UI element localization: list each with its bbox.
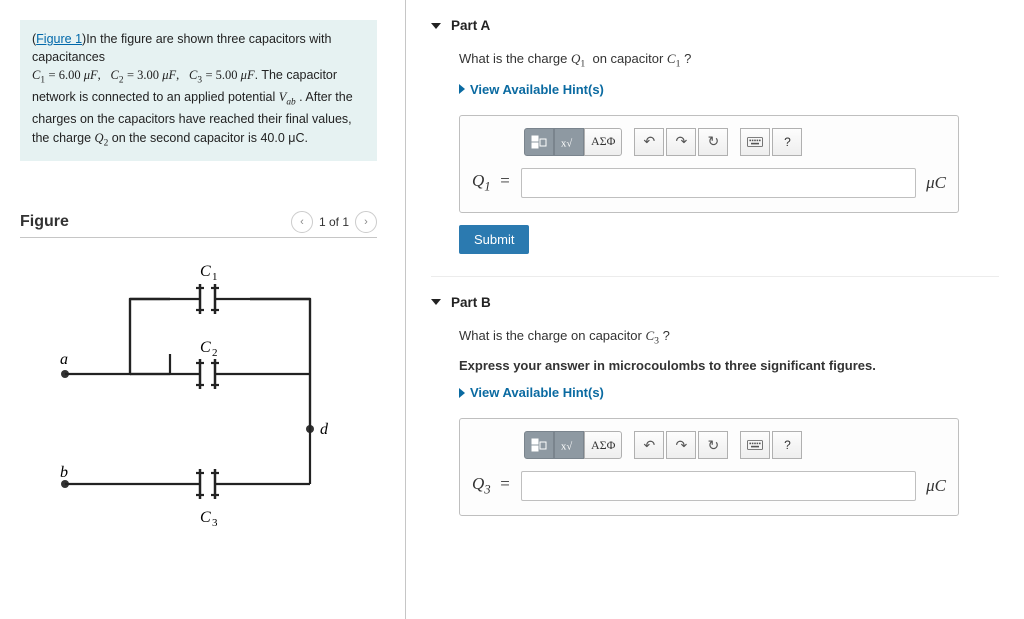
undo-button[interactable]: ↶ (634, 128, 664, 156)
caret-right-icon (459, 388, 465, 398)
template-button[interactable] (524, 128, 554, 156)
figure-prev-button[interactable]: ‹ (291, 211, 313, 233)
part-a-unit: μC (926, 173, 946, 193)
part-b-answer-box: x√ ΑΣΦ ↶ ↷ ↻ ? Q3 = μC (459, 418, 959, 516)
caret-down-icon (431, 23, 441, 29)
part-a-lhs: Q1 = (472, 171, 511, 194)
figure-pager: ‹ 1 of 1 › (291, 211, 377, 233)
problem-statement: (Figure 1)In the figure are shown three … (20, 20, 377, 161)
part-a-label: Part A (451, 18, 490, 33)
caret-down-icon (431, 299, 441, 305)
part-b-lhs: Q3 = (472, 474, 511, 497)
part-b-header[interactable]: Part B (431, 295, 999, 310)
help-button[interactable]: ? (772, 128, 802, 156)
part-b-question: What is the charge on capacitor C3 ? (459, 328, 999, 347)
help-button[interactable]: ? (772, 431, 802, 459)
svg-text:3: 3 (212, 517, 218, 529)
caret-right-icon (459, 84, 465, 94)
figure-link[interactable]: Figure 1 (36, 32, 82, 46)
answer-toolbar: x√ ΑΣΦ ↶ ↷ ↻ ? (524, 431, 946, 459)
svg-text:C: C (200, 263, 211, 280)
part-a-header[interactable]: Part A (431, 18, 999, 33)
svg-text:b: b (60, 464, 68, 481)
answer-toolbar: x√ ΑΣΦ ↶ ↷ ↻ ? (524, 128, 946, 156)
keyboard-button[interactable] (740, 431, 770, 459)
part-b-answer-input[interactable] (521, 471, 916, 501)
svg-text:d: d (320, 421, 329, 438)
part-b-hints-toggle[interactable]: View Available Hint(s) (459, 385, 999, 400)
radical-exponent-button[interactable]: x√ (554, 431, 584, 459)
figure-diagram: a b d C 1 C 2 C 3 (20, 238, 377, 537)
part-a-question: What is the charge Q1 on capacitor C1 ? (459, 51, 999, 70)
part-a-submit-button[interactable]: Submit (459, 225, 529, 254)
part-b-label: Part B (451, 295, 491, 310)
redo-button[interactable]: ↷ (666, 128, 696, 156)
figure-next-button[interactable]: › (355, 211, 377, 233)
undo-button[interactable]: ↶ (634, 431, 664, 459)
part-b-instruction: Express your answer in microcoulombs to … (459, 358, 999, 373)
part-a-answer-box: x√ ΑΣΦ ↶ ↷ ↻ ? Q1 = μC (459, 115, 959, 213)
template-button[interactable] (524, 431, 554, 459)
greek-button[interactable]: ΑΣΦ (584, 128, 622, 156)
svg-text:a: a (60, 351, 68, 368)
hints-label: View Available Hint(s) (470, 385, 604, 400)
part-a-hints-toggle[interactable]: View Available Hint(s) (459, 82, 999, 97)
reset-button[interactable]: ↻ (698, 431, 728, 459)
greek-button[interactable]: ΑΣΦ (584, 431, 622, 459)
keyboard-button[interactable] (740, 128, 770, 156)
svg-text:x√: x√ (561, 441, 572, 453)
part-a-answer-input[interactable] (521, 168, 916, 198)
hints-label: View Available Hint(s) (470, 82, 604, 97)
svg-text:2: 2 (212, 347, 218, 359)
figure-pager-label: 1 of 1 (319, 215, 349, 229)
redo-button[interactable]: ↷ (666, 431, 696, 459)
svg-text:x√: x√ (561, 137, 572, 149)
figure-title: Figure (20, 213, 69, 231)
svg-text:1: 1 (212, 271, 218, 283)
svg-text:C: C (200, 509, 211, 526)
part-b-unit: μC (926, 476, 946, 496)
reset-button[interactable]: ↻ (698, 128, 728, 156)
svg-text:C: C (200, 339, 211, 356)
radical-exponent-button[interactable]: x√ (554, 128, 584, 156)
